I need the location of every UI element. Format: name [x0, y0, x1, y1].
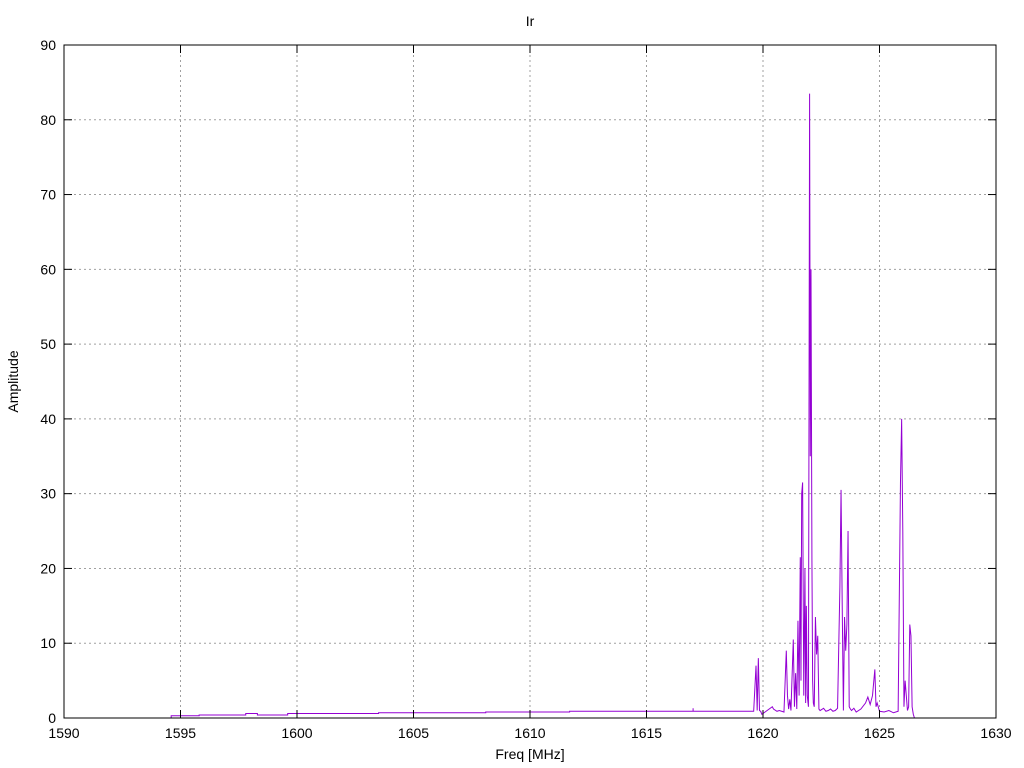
x-tick-label: 1610: [514, 725, 545, 741]
y-tick-label: 10: [40, 635, 56, 651]
y-tick-label: 40: [40, 411, 56, 427]
x-tick-label: 1605: [398, 725, 429, 741]
y-tick-label: 60: [40, 261, 56, 277]
x-tick-label: 1630: [980, 725, 1011, 741]
x-tick-label: 1625: [864, 725, 895, 741]
x-tick-label: 1615: [631, 725, 662, 741]
y-tick-label: 30: [40, 486, 56, 502]
x-tick-label: 1590: [48, 725, 79, 741]
amplitude-series-line: [170, 93, 915, 719]
y-tick-label: 50: [40, 336, 56, 352]
y-tick-label: 20: [40, 560, 56, 576]
grid: [64, 45, 996, 718]
y-axis-title: Amplitude: [5, 350, 21, 412]
x-axis-title: Freq [MHz]: [495, 746, 564, 762]
y-tick-label: 80: [40, 112, 56, 128]
ticks: 1590 1595 1600 1605 1610 1615 1620 1625 1630 0 10 2…: [40, 37, 1011, 741]
y-tick-label: 70: [40, 187, 56, 203]
series-layer: [170, 93, 915, 719]
x-tick-label: 1595: [165, 725, 196, 741]
y-tick-label: 90: [40, 37, 56, 53]
x-tick-label: 1620: [747, 725, 778, 741]
x-tick-label: 1600: [281, 725, 312, 741]
chart-container: 1590 1595 1600 1605 1610 1615 1620 1625 1630 0 10 2…: [0, 0, 1024, 768]
line-chart: 1590 1595 1600 1605 1610 1615 1620 1625 1630 0 10 2…: [5, 13, 1012, 762]
chart-title: Ir: [526, 13, 535, 29]
y-tick-label: 0: [48, 710, 56, 726]
